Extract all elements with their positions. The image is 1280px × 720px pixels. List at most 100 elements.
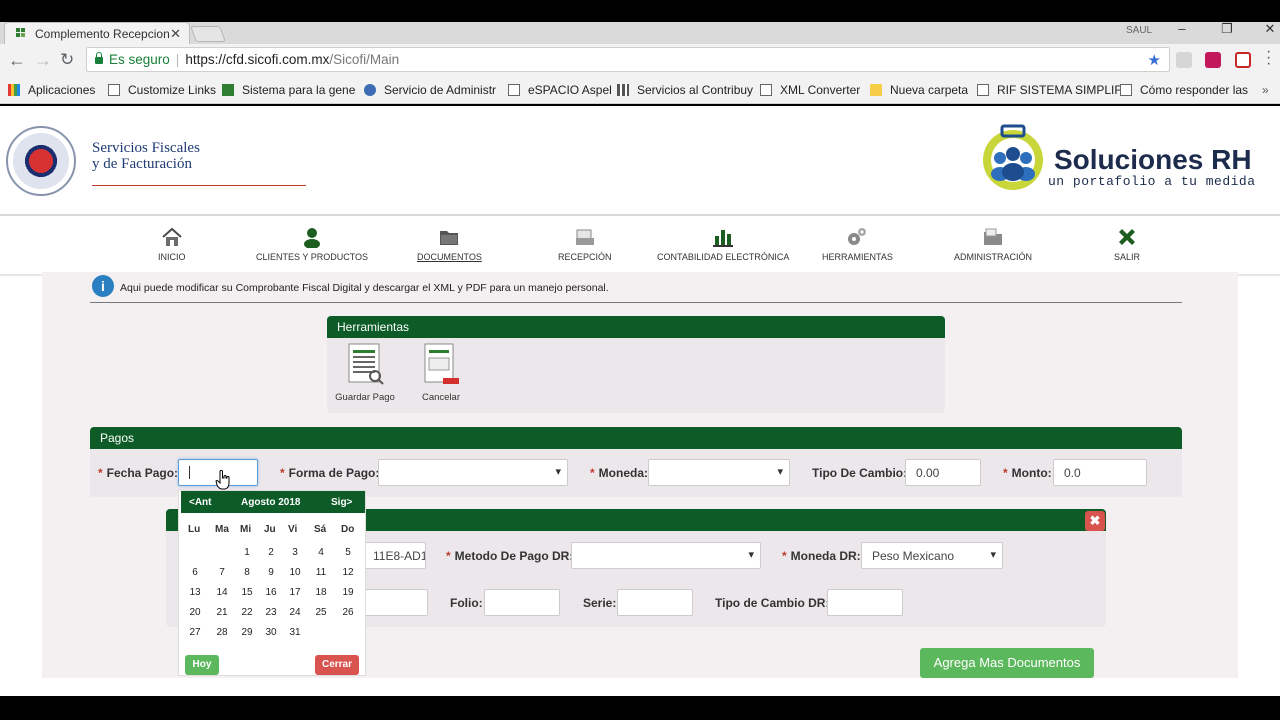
- bookmark-item[interactable]: Sistema para la gene: [222, 83, 355, 97]
- nav-herramientas[interactable]: HERRAMIENTAS: [822, 226, 893, 262]
- bookmark-item[interactable]: Customize Links: [108, 83, 216, 97]
- calendar-day[interactable]: 25: [312, 607, 330, 618]
- metodo-pago-dr-select[interactable]: [571, 542, 761, 569]
- weekday-label: Vi: [288, 524, 298, 535]
- fecha-pago-label: * Fecha Pago:: [98, 466, 179, 480]
- bookmark-item[interactable]: RIF SISTEMA SIMPLIF: [977, 83, 1122, 97]
- calendar-day[interactable]: 9: [262, 567, 280, 578]
- herramientas-body: Guardar Pago Cancelar: [327, 338, 945, 413]
- calendar-day[interactable]: 26: [339, 607, 357, 618]
- close-documento-icon[interactable]: ✖: [1085, 511, 1105, 531]
- calendar-day[interactable]: 15: [238, 587, 256, 598]
- cerrar-button[interactable]: Cerrar: [315, 655, 359, 675]
- serie-input[interactable]: [617, 589, 693, 616]
- close-tab-icon[interactable]: ✕: [170, 26, 181, 42]
- page-icon: [1120, 84, 1132, 96]
- cancelar-button[interactable]: Cancelar: [413, 342, 469, 403]
- calendar-day[interactable]: 16: [262, 587, 280, 598]
- calendar-day[interactable]: 28: [213, 627, 231, 638]
- bookmark-star-icon[interactable]: ★: [1148, 51, 1161, 69]
- calendar-day[interactable]: 10: [286, 567, 304, 578]
- calendar-day[interactable]: 21: [213, 607, 231, 618]
- tipo-cambio-dr-input[interactable]: [827, 589, 903, 616]
- folio-input[interactable]: [484, 589, 560, 616]
- calendar-day[interactable]: 31: [286, 627, 304, 638]
- calendar-day[interactable]: 24: [286, 607, 304, 618]
- agrega-documentos-button[interactable]: Agrega Mas Documentos: [920, 648, 1094, 678]
- forward-icon[interactable]: →: [34, 50, 52, 71]
- secure-label: Es seguro: [109, 52, 170, 67]
- rh-title: Soluciones RH: [1054, 144, 1252, 175]
- more-bookmarks-icon[interactable]: »: [1262, 83, 1269, 97]
- minimize-icon[interactable]: –: [1162, 22, 1202, 36]
- calendar-day[interactable]: 2: [262, 547, 280, 558]
- nav-clientes-productos[interactable]: CLIENTES Y PRODUCTOS: [256, 226, 368, 262]
- moneda-dr-select[interactable]: Peso Mexicano: [861, 542, 1003, 569]
- calendar-day[interactable]: 5: [339, 547, 357, 558]
- bookmark-item[interactable]: XML Converter: [760, 83, 860, 97]
- hoy-button[interactable]: Hoy: [185, 655, 219, 675]
- rh-subtitle: un portafolio a tu medida: [1048, 174, 1256, 189]
- calendar-day[interactable]: 22: [238, 607, 256, 618]
- bookmark-item[interactable]: Servicios al Contribuy: [617, 83, 753, 97]
- address-bar-row: ← → ↻ Es seguro | https://cfd.sicofi.com.m…: [0, 44, 1280, 76]
- calendar-day[interactable]: 27: [186, 627, 204, 638]
- calendar-day[interactable]: 12: [339, 567, 357, 578]
- prev-month-button[interactable]: <Ant: [189, 497, 212, 508]
- home-icon: [162, 227, 182, 246]
- extension-icon[interactable]: [1176, 52, 1192, 68]
- sfyf-logo: [6, 126, 76, 196]
- next-month-button[interactable]: Sig>: [331, 497, 352, 508]
- browser-menu-icon[interactable]: · · ·: [1266, 44, 1271, 72]
- serie-partial-input[interactable]: [362, 589, 428, 616]
- soluciones-rh-logo: [983, 124, 1043, 190]
- calendar-day[interactable]: 8: [238, 567, 256, 578]
- calendar-day[interactable]: 18: [312, 587, 330, 598]
- nav-inicio[interactable]: INICIO: [158, 226, 186, 262]
- folder-icon: [870, 84, 882, 96]
- back-icon[interactable]: ←: [8, 50, 26, 71]
- calendar-day[interactable]: 23: [262, 607, 280, 618]
- calendar-day[interactable]: 6: [186, 567, 204, 578]
- url-input[interactable]: Es seguro | https://cfd.sicofi.com.mx/Sico…: [86, 47, 1170, 72]
- weekday-label: Do: [341, 524, 355, 535]
- calendar-day[interactable]: 1: [238, 547, 256, 558]
- calendar-day[interactable]: 19: [339, 587, 357, 598]
- calendar-day[interactable]: 4: [312, 547, 330, 558]
- nav-documentos[interactable]: DOCUMENTOS: [417, 226, 482, 262]
- bookmark-item[interactable]: Aplicaciones: [8, 83, 95, 97]
- nav-recepcion[interactable]: RECEPCIÓN: [558, 226, 612, 262]
- monto-input[interactable]: 0.0: [1053, 459, 1147, 486]
- calendar-day[interactable]: 17: [286, 587, 304, 598]
- close-window-icon[interactable]: ✕: [1250, 22, 1280, 36]
- bookmark-item[interactable]: eSPACIO Aspel: [508, 83, 612, 97]
- pocket-icon[interactable]: [1235, 52, 1251, 68]
- guardar-pago-button[interactable]: Guardar Pago: [333, 342, 397, 403]
- id-documento-input[interactable]: 11E8-AD1: [362, 542, 426, 569]
- bookmark-item[interactable]: Cómo responder las: [1120, 83, 1248, 97]
- calendar-day[interactable]: 20: [186, 607, 204, 618]
- tipo-cambio-input[interactable]: 0.00: [905, 459, 981, 486]
- bookmark-folder[interactable]: Nueva carpeta: [870, 83, 968, 97]
- moneda-label: * Moneda:: [590, 466, 649, 480]
- nav-administracion[interactable]: ADMINISTRACIÓN: [954, 226, 1032, 262]
- reload-icon[interactable]: ↻: [60, 50, 74, 70]
- maximize-icon[interactable]: ❐: [1207, 22, 1247, 36]
- moneda-select[interactable]: [648, 459, 790, 486]
- calendar-day[interactable]: 30: [262, 627, 280, 638]
- nav-contabilidad[interactable]: CONTABILIDAD ELECTRÓNICA: [657, 226, 789, 262]
- nav-salir[interactable]: SALIR: [1114, 226, 1140, 262]
- calendar-day[interactable]: 3: [286, 547, 304, 558]
- bookmark-item[interactable]: Servicio de Administr: [364, 83, 496, 97]
- forma-pago-select[interactable]: [378, 459, 568, 486]
- profile-name[interactable]: SAUL: [1126, 25, 1152, 36]
- calendar-day[interactable]: 13: [186, 587, 204, 598]
- calendar-day[interactable]: 14: [213, 587, 231, 598]
- new-tab-button[interactable]: [190, 26, 226, 42]
- extension-off-icon[interactable]: [1205, 52, 1221, 68]
- browser-tab[interactable]: Complemento Recepcion ✕: [4, 22, 190, 44]
- exit-x-icon: [1119, 229, 1135, 245]
- calendar-day[interactable]: 7: [213, 567, 231, 578]
- calendar-day[interactable]: 11: [312, 567, 330, 578]
- calendar-day[interactable]: 29: [238, 627, 256, 638]
